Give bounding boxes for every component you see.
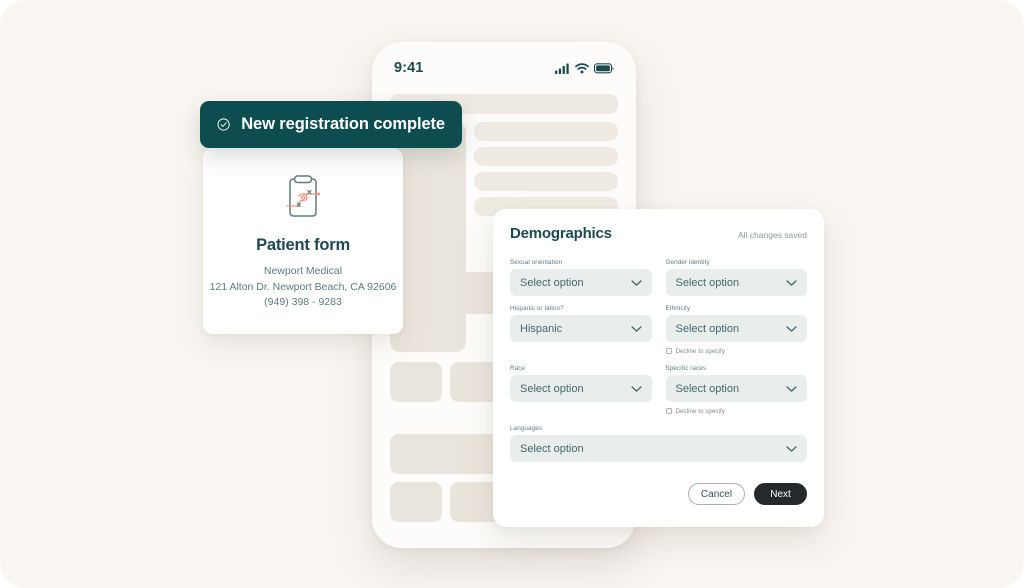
select-value: Select option — [675, 276, 740, 289]
decline-to-specify-ethnicity[interactable]: Decline to specify — [665, 346, 808, 356]
chevron-down-icon — [630, 385, 642, 392]
select-languages[interactable]: Select option — [510, 435, 807, 462]
checkbox-label: Decline to specify — [675, 347, 725, 355]
select-gender-identity[interactable]: Select option — [665, 269, 807, 296]
chevron-down-icon — [786, 279, 797, 286]
select-value: Select option — [520, 276, 584, 289]
select-value: Select option — [675, 382, 740, 395]
skeleton-bar — [474, 172, 618, 191]
layout-spacer — [510, 342, 652, 352]
field-ethnicity: Ethnicity Select option Decline to speci… — [665, 305, 808, 356]
field-languages: Languages Select option — [510, 425, 807, 462]
decline-to-specify-specific-races[interactable]: Decline to specify — [665, 406, 808, 416]
wifi-icon — [575, 62, 589, 73]
phone-status-bar: 9:41 — [372, 42, 636, 94]
chevron-down-icon — [786, 385, 797, 392]
checkbox-icon[interactable] — [665, 408, 672, 414]
skeleton-block — [390, 482, 442, 522]
chevron-down-icon — [630, 279, 642, 286]
checkbox-label: Decline to specify — [675, 407, 725, 415]
chevron-down-icon — [786, 325, 797, 332]
next-button[interactable]: Next — [754, 483, 807, 505]
chevron-down-icon — [630, 325, 642, 332]
check-circle-icon — [217, 118, 230, 131]
field-label: Gender identity — [665, 259, 710, 266]
field-label: Languages — [510, 425, 543, 432]
select-hispanic-or-latino[interactable]: Hispanic — [510, 315, 652, 342]
status-bar-icons — [555, 62, 614, 74]
battery-icon — [594, 62, 614, 73]
chevron-down-icon — [786, 445, 797, 452]
select-sexual-orientation[interactable]: Select option — [510, 269, 652, 296]
field-specific-races: Specific races Select option Decline to … — [665, 365, 808, 416]
patient-card-title: Patient form — [256, 236, 350, 254]
signal-icon — [555, 63, 569, 74]
field-hispanic-or-latino: Hispanic or latino? Hispanic — [510, 305, 652, 356]
field-label: Hispanic or latino? — [510, 305, 564, 312]
field-race: Race Select option — [510, 365, 652, 416]
select-value: Select option — [675, 322, 740, 335]
panel-actions: Cancel Next — [510, 483, 807, 505]
layout-spacer — [510, 402, 652, 412]
toast-notification[interactable]: New registration complete — [200, 101, 462, 148]
select-value: Select option — [520, 382, 584, 395]
field-sexual-orientation: Sexual orientation Select option — [510, 259, 652, 296]
field-label: Sexual orientation — [510, 259, 563, 266]
select-value: Select option — [520, 442, 584, 455]
field-label: Specific races — [665, 365, 707, 372]
panel-header: Demographics All changes saved — [510, 225, 807, 242]
field-label: Race — [510, 365, 526, 372]
page-title: Demographics — [510, 225, 612, 242]
demographics-field-grid: Sexual orientation Select option Gender … — [510, 259, 807, 471]
patient-card-address: 121 Alton Dr. Newport Beach, CA 92606 — [209, 280, 397, 293]
field-label: Ethnicity — [665, 305, 691, 312]
scene-background: 9:41 Patient form Newport Medical 121 Al… — [0, 0, 1024, 588]
clipboard-form-icon — [203, 172, 403, 228]
select-ethnicity[interactable]: Select option — [665, 315, 807, 342]
skeleton-bar — [474, 147, 618, 166]
checkbox-icon[interactable] — [665, 348, 672, 354]
field-gender-identity: Gender identity Select option — [665, 259, 807, 296]
cancel-button[interactable]: Cancel — [688, 483, 745, 505]
save-status-text: All changes saved — [738, 230, 807, 240]
select-value: Hispanic — [520, 322, 563, 335]
patient-card-organization: Newport Medical — [263, 265, 343, 277]
select-race[interactable]: Select option — [510, 375, 652, 402]
patient-form-card[interactable]: Patient form Newport Medical 121 Alton D… — [203, 148, 403, 334]
select-specific-races[interactable]: Select option — [665, 375, 807, 402]
patient-card-phone: (949) 398 - 9283 — [264, 296, 342, 308]
skeleton-bar — [474, 122, 618, 141]
toast-message: New registration complete — [241, 115, 445, 133]
status-bar-time: 9:41 — [394, 60, 424, 76]
demographics-panel: Demographics All changes saved Sexual or… — [493, 209, 824, 527]
skeleton-block — [390, 362, 442, 402]
